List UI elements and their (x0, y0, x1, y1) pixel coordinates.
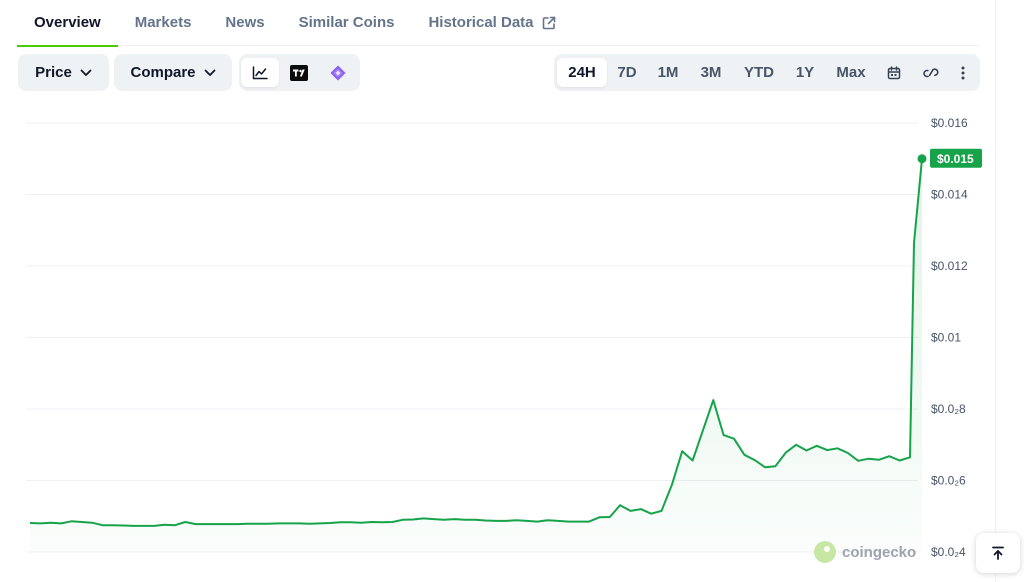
more-vertical-icon (961, 66, 965, 79)
tab-bar: Overview Markets News Similar Coins Hist… (17, 0, 979, 47)
y-tick-label: $0.01 (931, 331, 961, 345)
external-link-icon (542, 16, 555, 29)
diamond-icon (330, 65, 346, 80)
price-area (30, 158, 922, 553)
range-7d-label: 7D (617, 64, 637, 81)
tab-markets-label: Markets (134, 14, 192, 31)
price-dropdown[interactable]: Price (18, 54, 109, 91)
range-3m-button[interactable]: 3M (693, 58, 729, 87)
tab-news-label: News (225, 14, 265, 31)
range-ytd-button[interactable]: YTD (738, 58, 780, 87)
price-dropdown-label: Price (35, 64, 72, 81)
diamond-button[interactable] (319, 58, 357, 87)
scroll-to-top-button[interactable] (976, 533, 1020, 573)
chevron-down-icon (204, 69, 215, 76)
coingecko-logo-icon (814, 541, 836, 563)
range-ytd-label: YTD (744, 64, 774, 81)
y-tick-label: $0.016 (931, 116, 968, 130)
tab-similar-coins[interactable]: Similar Coins (282, 0, 412, 46)
tab-overview-label: Overview (34, 14, 101, 31)
line-chart-icon (252, 65, 268, 79)
tab-markets[interactable]: Markets (118, 0, 209, 46)
tradingview-icon (290, 64, 308, 81)
y-tick-label: $0.012 (931, 259, 968, 273)
price-chart[interactable]: $0.016 $0.014 $0.012 $0.01 $0.0₂8 $0.0₂6 $0.0₂… (0, 100, 1024, 570)
coingecko-watermark: coingecko (814, 541, 916, 563)
chevron-down-icon (80, 69, 92, 76)
more-options-button[interactable] (948, 58, 978, 87)
y-tick-label: $0.014 (931, 188, 968, 202)
line-chart-button[interactable] (241, 58, 279, 87)
range-1y-button[interactable]: 1Y (791, 58, 819, 87)
range-24h-label: 24H (568, 64, 596, 81)
range-24h-button[interactable]: 24H (557, 58, 607, 87)
compare-dropdown[interactable]: Compare (114, 54, 232, 91)
range-1y-label: 1Y (795, 64, 815, 81)
tab-historical-data[interactable]: Historical Data (411, 0, 572, 46)
current-price-badge: $0.015 (930, 148, 982, 168)
range-1m-button[interactable]: 1M (651, 58, 685, 87)
time-range-group: 24H 7D 1M 3M YTD 1Y Max (554, 54, 980, 91)
range-3m-label: 3M (700, 64, 722, 81)
range-1m-label: 1M (657, 64, 679, 81)
y-axis: $0.016 $0.014 $0.012 $0.01 $0.0₂8 $0.0₂6 $0.0₂… (931, 116, 968, 559)
share-link-button[interactable] (916, 58, 946, 87)
arrow-up-to-line-icon (992, 546, 1004, 560)
y-tick-label: $0.0₂4 (931, 545, 966, 559)
y-tick-label: $0.0₂8 (931, 402, 966, 416)
compare-dropdown-label: Compare (130, 64, 196, 81)
chart-view-toggle (239, 54, 360, 91)
range-max-button[interactable]: Max (831, 58, 871, 87)
tradingview-button[interactable] (280, 58, 318, 87)
y-tick-label: $0.0₂6 (931, 474, 966, 488)
current-price-label: $0.015 (937, 152, 974, 166)
tab-historical-data-label: Historical Data (428, 14, 534, 31)
tab-news[interactable]: News (208, 0, 281, 46)
range-7d-button[interactable]: 7D (610, 58, 644, 87)
calendar-button[interactable] (879, 58, 909, 87)
range-max-label: Max (836, 64, 866, 81)
tab-similar-coins-label: Similar Coins (298, 14, 395, 31)
tab-overview[interactable]: Overview (17, 0, 118, 47)
calendar-icon (887, 65, 901, 79)
watermark-text: coingecko (842, 543, 917, 561)
link-icon (923, 67, 939, 77)
current-price-dot (917, 154, 927, 164)
